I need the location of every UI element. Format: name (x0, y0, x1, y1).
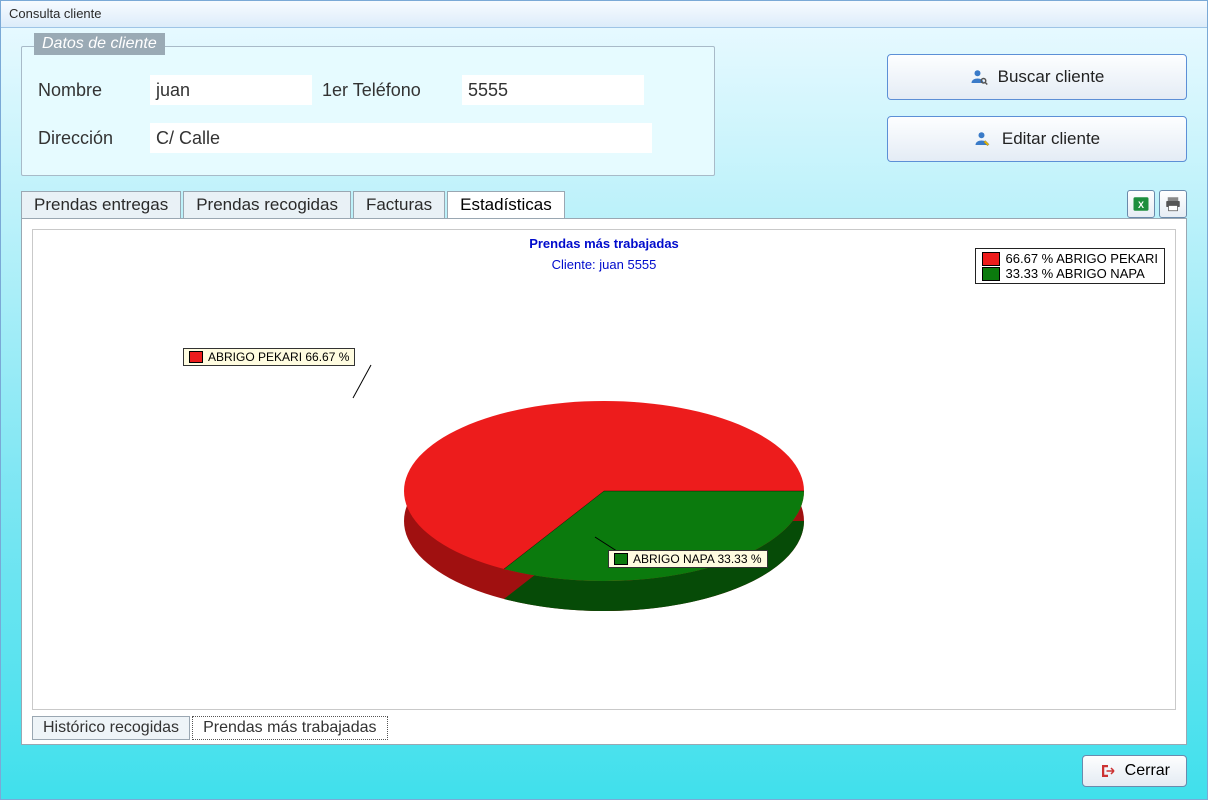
app-window: Consulta cliente Datos de cliente Nombre… (0, 0, 1208, 800)
close-button[interactable]: Cerrar (1082, 755, 1187, 787)
search-client-label: Buscar cliente (998, 67, 1105, 87)
close-label: Cerrar (1125, 762, 1170, 780)
callout-pekari: ABRIGO PEKARI 66.67 % (183, 348, 355, 366)
callout-text-0: ABRIGO PEKARI 66.67 % (208, 350, 349, 364)
client-name-value[interactable]: juan (150, 75, 312, 105)
print-button[interactable] (1159, 190, 1187, 218)
tabs-row: Prendas entregas Prendas recogidas Factu… (21, 190, 1187, 218)
chart-legend: 66.67 % ABRIGO PEKARI 33.33 % ABRIGO NAP… (975, 248, 1165, 284)
pie-chart (374, 343, 834, 643)
action-buttons: Buscar cliente Editar cliente (887, 46, 1187, 162)
person-edit-icon (974, 130, 992, 148)
legend-swatch-red (982, 252, 1000, 266)
client-phone-label: 1er Teléfono (322, 80, 462, 101)
legend-item-1: 33.33 % ABRIGO NAPA (982, 266, 1158, 281)
client-fieldset: Datos de cliente Nombre juan 1er Teléfon… (21, 46, 715, 176)
edit-client-label: Editar cliente (1002, 129, 1100, 149)
toolbar-right: X (1127, 190, 1187, 218)
tab-facturas[interactable]: Facturas (353, 191, 445, 218)
window-title: Consulta cliente (1, 1, 1207, 28)
callout-text-1: ABRIGO NAPA 33.33 % (633, 552, 762, 566)
tabs: Prendas entregas Prendas recogidas Factu… (21, 191, 567, 218)
client-phone-value[interactable]: 5555 (462, 75, 644, 105)
client-row-address: Dirección C/ Calle (38, 123, 698, 153)
legend-item-0: 66.67 % ABRIGO PEKARI (982, 251, 1158, 266)
top-row: Datos de cliente Nombre juan 1er Teléfon… (21, 46, 1187, 176)
tab-prendas-recogidas[interactable]: Prendas recogidas (183, 191, 351, 218)
svg-text:X: X (1138, 200, 1144, 210)
window-body: Datos de cliente Nombre juan 1er Teléfon… (1, 28, 1207, 799)
stats-panel: Prendas más trabajadas Cliente: juan 555… (21, 218, 1187, 745)
bottom-tab-prendas[interactable]: Prendas más trabajadas (192, 716, 387, 740)
legend-swatch-green (982, 267, 1000, 281)
client-address-label: Dirección (38, 128, 150, 149)
client-address-value[interactable]: C/ Calle (150, 123, 652, 153)
bottom-tab-historico[interactable]: Histórico recogidas (32, 716, 190, 740)
legend-text-1: 33.33 % ABRIGO NAPA (1006, 266, 1145, 281)
callout-swatch-red (189, 351, 203, 363)
search-client-button[interactable]: Buscar cliente (887, 54, 1187, 100)
exit-icon (1099, 762, 1117, 780)
client-fieldset-legend: Datos de cliente (34, 33, 165, 55)
printer-icon (1164, 195, 1182, 213)
edit-client-button[interactable]: Editar cliente (887, 116, 1187, 162)
export-excel-button[interactable]: X (1127, 190, 1155, 218)
tab-prendas-entregas[interactable]: Prendas entregas (21, 191, 181, 218)
legend-text-0: 66.67 % ABRIGO PEKARI (1006, 251, 1158, 266)
footer: Cerrar (21, 755, 1187, 787)
callout-napa: ABRIGO NAPA 33.33 % (608, 550, 768, 568)
callout-swatch-green (614, 553, 628, 565)
excel-icon: X (1132, 195, 1150, 213)
client-row-name: Nombre juan 1er Teléfono 5555 (38, 75, 698, 105)
client-name-label: Nombre (38, 80, 150, 101)
person-search-icon (970, 68, 988, 86)
tab-estadisticas[interactable]: Estadísticas (447, 191, 565, 218)
chart-area: Prendas más trabajadas Cliente: juan 555… (32, 229, 1176, 710)
bottom-tabs: Histórico recogidas Prendas más trabajad… (32, 716, 1176, 740)
